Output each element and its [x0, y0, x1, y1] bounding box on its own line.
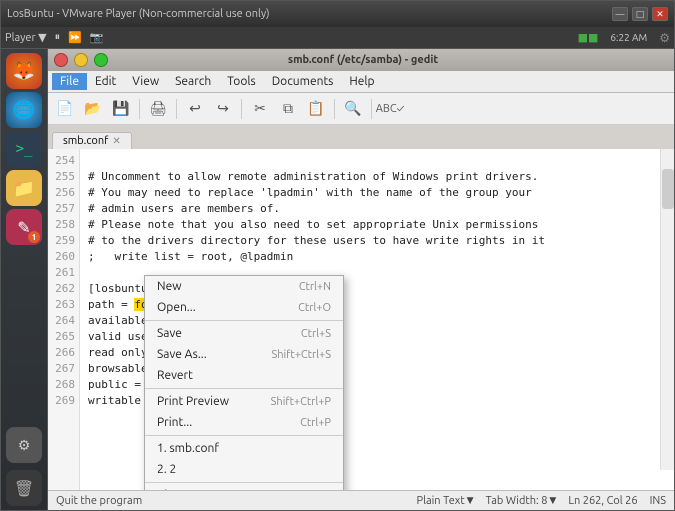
gedit-min-btn[interactable] — [74, 53, 88, 67]
file-menu-dropdown[interactable]: New Ctrl+N Open... Ctrl+O Save Ctrl+S — [144, 275, 344, 490]
code-line-269 — [88, 410, 95, 423]
code-line-255: # You may need to replace 'lpadmin' with… — [88, 186, 532, 199]
menu-sep2 — [145, 388, 343, 389]
tab-width-label: Tab Width: 8 — [486, 495, 548, 507]
gedit-toolbar: 📄 📂 💾 🖨 ↩ ↪ ✂ ⧉ 📋 🔍 ABC✓ — [48, 93, 674, 125]
tab-close-icon[interactable]: ✕ — [112, 135, 120, 147]
dock-icon-trash[interactable]: 🗑 — [6, 470, 42, 506]
toolbar-save[interactable]: 💾 — [108, 96, 134, 122]
code-line-260 — [88, 266, 95, 279]
menu-documents[interactable]: Documents — [264, 73, 342, 90]
toolbar-sep3 — [241, 99, 242, 119]
toolbar-sep2 — [176, 99, 177, 119]
toolbar-copy[interactable]: ⧉ — [275, 96, 301, 122]
vm-player-menu[interactable]: Player ▼ — [5, 31, 47, 44]
vm-toolbar-icon3[interactable]: 📷 — [90, 31, 104, 44]
toolbar-sep5 — [371, 99, 372, 119]
toolbar-sep1 — [139, 99, 140, 119]
menu-print-preview[interactable]: Print Preview Shift+Ctrl+P — [145, 391, 343, 412]
status-plain-text[interactable]: Plain Text ▼ — [417, 495, 474, 507]
code-line-254: # Uncomment to allow remote administrati… — [88, 170, 538, 183]
code-line-258: # to the drivers directory for these use… — [88, 234, 545, 247]
plain-text-arrow: ▼ — [467, 495, 474, 506]
toolbar-find[interactable]: 🔍 — [340, 96, 366, 122]
dock-icon-browser[interactable]: 🌐 — [6, 92, 42, 128]
gedit-max-btn[interactable] — [94, 53, 108, 67]
menu-help[interactable]: Help — [341, 73, 382, 90]
toolbar-sep4 — [334, 99, 335, 119]
dock-icon-settings[interactable]: ⚙ — [6, 427, 42, 463]
vm-minimize[interactable]: — — [612, 7, 628, 21]
toolbar-open[interactable]: 📂 — [80, 96, 106, 122]
line-numbers: 254 255 256 257 258 259 260 261 262 263 … — [48, 149, 80, 490]
menu-revert[interactable]: Revert — [145, 365, 343, 386]
tab-width-arrow: ▼ — [549, 495, 556, 506]
status-position: Ln 262, Col 26 — [568, 495, 637, 507]
menu-tools[interactable]: Tools — [219, 73, 264, 90]
status-ins: INS — [650, 495, 666, 507]
vm-title: LosBuntu - VMware Player (Non-commercial… — [7, 8, 270, 20]
menu-search[interactable]: Search — [167, 73, 219, 90]
ins-label: INS — [650, 495, 666, 507]
dock-icon-gedit[interactable]: ✎ 1 — [6, 209, 42, 245]
menu-recent-2[interactable]: 2. 2 — [145, 459, 343, 480]
menu-new[interactable]: New Ctrl+N — [145, 276, 343, 297]
toolbar-new[interactable]: 📄 — [52, 96, 78, 122]
status-bar: Quit the program Plain Text ▼ Tab Width:… — [48, 490, 674, 510]
menu-sep4 — [145, 482, 343, 483]
menu-save-as[interactable]: Save As... Shift+Ctrl+S — [145, 344, 343, 365]
os-content: 🦊 🌐 >_ 📁 ✎ 1 ⚙ 🗑 smb.conf (/etc/samba) - — [1, 49, 674, 510]
scrollbar-thumb[interactable] — [662, 169, 674, 209]
menu-sep1 — [145, 320, 343, 321]
status-tab-width[interactable]: Tab Width: 8 ▼ — [486, 495, 557, 507]
vm-toolbar: Player ▼ ⏸ ⏩ 📷 ■■ 6:22 AM ⚙ — [1, 27, 674, 49]
code-line-259: ; write list = root, @lpadmin — [88, 250, 293, 263]
menu-close[interactable]: Close Ctrl+W — [145, 485, 343, 490]
menu-sep3 — [145, 435, 343, 436]
vm-titlebar: LosBuntu - VMware Player (Non-commercial… — [1, 1, 674, 27]
gedit-title: smb.conf (/etc/samba) - gedit — [288, 54, 438, 66]
toolbar-print[interactable]: 🖨 — [145, 96, 171, 122]
menu-print[interactable]: Print... Ctrl+P — [145, 412, 343, 433]
dock-icon-terminal[interactable]: >_ — [6, 131, 42, 167]
tab-bar: smb.conf ✕ — [48, 125, 674, 149]
dock-icon-files[interactable]: 📁 — [6, 170, 42, 206]
scrollbar[interactable] — [660, 149, 674, 470]
gedit-menubar: File Edit View Search Tools Documents He… — [48, 71, 674, 93]
vm-settings-icon[interactable]: ⚙ — [659, 31, 670, 45]
position-label: Ln 262, Col 26 — [568, 495, 637, 507]
vm-maximize[interactable]: □ — [632, 7, 648, 21]
editor-area: 254 255 256 257 258 259 260 261 262 263 … — [48, 149, 674, 490]
dock: 🦊 🌐 >_ 📁 ✎ 1 ⚙ 🗑 — [1, 49, 47, 510]
menu-file[interactable]: File — [52, 73, 87, 90]
vm-controls: — □ ✕ — [612, 7, 668, 21]
vm-status-indicator: ■■ — [578, 31, 599, 44]
dock-icon-firefox[interactable]: 🦊 — [6, 53, 42, 89]
toolbar-undo[interactable]: ↩ — [182, 96, 208, 122]
vm-toolbar-icon1[interactable]: ⏸ — [55, 31, 61, 44]
toolbar-cut[interactable]: ✂ — [247, 96, 273, 122]
toolbar-paste[interactable]: 📋 — [303, 96, 329, 122]
code-line-256: # admin users are members of. — [88, 202, 280, 215]
gedit-close-btn[interactable] — [54, 53, 68, 67]
status-right: Plain Text ▼ Tab Width: 8 ▼ Ln 262, Col … — [417, 495, 667, 507]
gedit-titlebar: smb.conf (/etc/samba) - gedit — [48, 49, 674, 71]
menu-save[interactable]: Save Ctrl+S — [145, 323, 343, 344]
vm-toolbar-icon2[interactable]: ⏩ — [68, 31, 82, 44]
status-message: Quit the program — [56, 495, 142, 507]
tab-label: smb.conf — [63, 135, 108, 147]
menu-view[interactable]: View — [124, 73, 167, 90]
toolbar-redo[interactable]: ↪ — [210, 96, 236, 122]
gedit-window: smb.conf (/etc/samba) - gedit File Edit … — [47, 49, 674, 510]
menu-recent-1[interactable]: 1. smb.conf — [145, 438, 343, 459]
toolbar-spell[interactable]: ABC✓ — [377, 96, 403, 122]
vm-window: LosBuntu - VMware Player (Non-commercial… — [0, 0, 675, 511]
vm-clock: 6:22 AM — [610, 32, 647, 43]
code-line-257: # Please note that you also need to set … — [88, 218, 538, 231]
menu-edit[interactable]: Edit — [87, 73, 124, 90]
plain-text-label: Plain Text — [417, 495, 465, 507]
vm-close[interactable]: ✕ — [652, 7, 668, 21]
tab-smbconf[interactable]: smb.conf ✕ — [52, 132, 132, 149]
menu-open[interactable]: Open... Ctrl+O — [145, 297, 343, 318]
